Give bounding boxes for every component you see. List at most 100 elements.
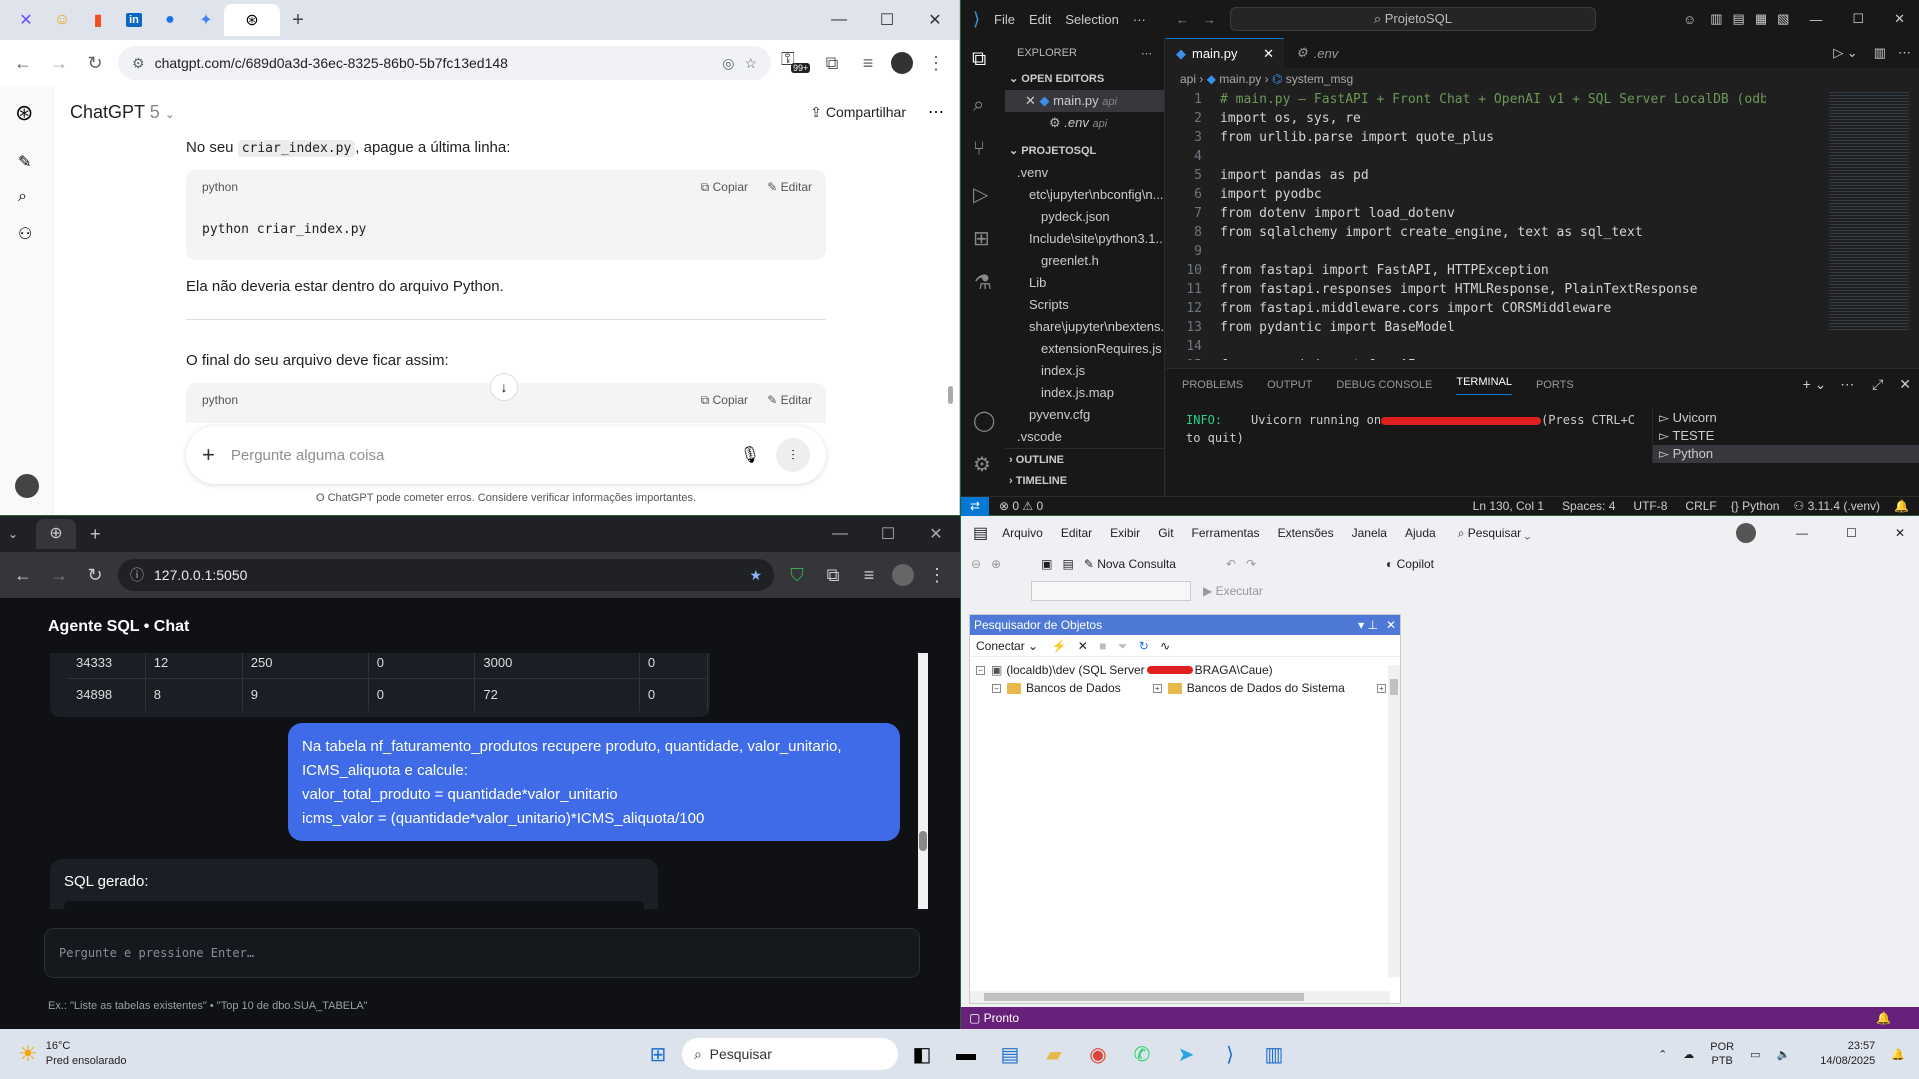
microphone-icon[interactable]: 🎙 <box>740 445 760 465</box>
voice-mode-icon[interactable]: ⫶ <box>776 438 810 472</box>
ssms-taskbar-icon[interactable]: ▥ <box>1254 1034 1294 1074</box>
taskbar-search[interactable]: ⌕ Pesquisar <box>682 1038 898 1070</box>
file-tree-item[interactable]: greenlet.h <box>1005 250 1164 272</box>
file-tree-item[interactable]: Scripts <box>1005 294 1164 316</box>
network-icon[interactable]: ▭ <box>1750 1048 1760 1061</box>
menu-kebab-icon[interactable]: ⋮ <box>924 565 950 586</box>
tab-list-icon[interactable]: ⌄ <box>8 527 36 541</box>
undo-icon[interactable]: ↶ <box>1226 557 1236 571</box>
reload-icon[interactable]: ↻ <box>82 565 108 586</box>
interpreter[interactable]: ⚇ 3.11.4 (.venv) <box>1793 499 1880 513</box>
explorer-more-icon[interactable]: ⋯ <box>1141 47 1152 60</box>
new-file-icon[interactable]: ▣ <box>1041 557 1052 571</box>
close-panel-icon[interactable]: ✕ <box>1899 376 1911 392</box>
remote-icon[interactable]: ⇄ <box>961 496 989 516</box>
account-avatar[interactable] <box>1736 523 1757 543</box>
ssms-menu-item[interactable]: Arquivo <box>1002 526 1043 540</box>
ssms-menu-item[interactable]: Ferramentas <box>1192 526 1260 540</box>
indentation[interactable]: Spaces: 4 <box>1562 499 1615 513</box>
open-editor-item[interactable]: ✕ ◆ main.py api <box>1005 90 1164 112</box>
editor-more-icon[interactable]: ⋯ <box>1898 38 1911 68</box>
chat-scroll-area[interactable]: 34333 12 250 0 3000 0 34898 8 9 0 72 0 Na tabela n… <box>20 653 932 909</box>
collapse-icon[interactable]: − <box>992 683 1001 693</box>
file-tree-item[interactable]: etc\jupyter\nbconfig\n... <box>1005 184 1164 206</box>
ssms-menu-item[interactable]: Editar <box>1061 526 1092 540</box>
notification-center-icon[interactable]: 🔔 <box>1891 1048 1905 1061</box>
share-button[interactable]: ⇪ Compartilhar <box>810 104 906 121</box>
tab-chatgpt-icon[interactable]: ⊛ <box>224 4 280 36</box>
eye-off-icon[interactable]: ◎ <box>722 55 734 72</box>
language-mode[interactable]: {} Python <box>1731 499 1780 513</box>
ssms-maximize-icon[interactable]: ☐ <box>1846 526 1857 540</box>
server-node[interactable]: − ▣ (localdb)\dev (SQL Server BRAGA\Caue) <box>976 661 1400 679</box>
vs-close-icon[interactable]: ✕ <box>1894 11 1905 27</box>
task-view-icon[interactable]: ◧ <box>902 1034 942 1074</box>
volume-icon[interactable]: 🔈 <box>1777 1048 1791 1061</box>
accounts-icon[interactable]: ◯ <box>973 408 995 433</box>
tab-linkedin-icon[interactable]: in <box>116 4 152 36</box>
manage-gear-icon[interactable]: ⚙ <box>973 452 991 477</box>
tree-hscroll[interactable] <box>970 991 1390 1003</box>
problems-count[interactable]: ⊗ 0 ⚠ 0 <box>999 499 1043 513</box>
filter-icon[interactable]: ⏷ <box>1118 639 1128 653</box>
search-icon[interactable]: ⌕ <box>18 188 27 206</box>
media-icon[interactable]: ≡ <box>855 53 881 74</box>
extensions-icon[interactable]: ⊞ <box>973 226 990 251</box>
extension-icon[interactable]: ⚿ 99+ <box>781 49 811 77</box>
stop-icon[interactable]: ■ <box>1099 639 1106 653</box>
language-indicator[interactable]: POR PTB <box>1710 1040 1734 1068</box>
panel-tab[interactable]: DEBUG CONSOLE <box>1336 379 1432 391</box>
more-options-icon[interactable]: ⋯ <box>928 102 944 122</box>
media-icon[interactable]: ≡ <box>856 565 882 586</box>
file-tree-item[interactable]: Include\site\python3.1... <box>1005 228 1164 250</box>
page-scrollbar[interactable] <box>948 386 953 404</box>
openai-logo-icon[interactable]: ⊛ <box>15 100 33 126</box>
file-tree-item[interactable]: share\jupyter\nbextens... <box>1005 316 1164 338</box>
file-tree-item[interactable]: index.js <box>1005 360 1164 382</box>
breadcrumb-item[interactable]: main.py <box>1219 72 1261 86</box>
redo-icon[interactable]: ↷ <box>1246 557 1256 571</box>
nav-back-icon[interactable]: ⊖ <box>971 557 981 571</box>
run-debug-icon[interactable]: ▷ <box>973 182 988 207</box>
terminal-output[interactable]: INFO: Uvicorn running on (Press CTRL+C to… <box>1186 411 1646 447</box>
cursor-position[interactable]: Ln 130, Col 1 <box>1473 499 1544 513</box>
object-tree-node[interactable]: + Bancos de Dados do Sistema <box>1121 679 1345 697</box>
expand-icon[interactable]: + <box>1376 683 1386 693</box>
tab-app-icon[interactable]: ● <box>152 4 188 36</box>
connect-button[interactable]: Conectar ⌄ <box>976 639 1038 653</box>
save-icon[interactable]: ▤ <box>1062 557 1073 571</box>
new-tab-button[interactable]: + <box>280 4 316 36</box>
user-avatar[interactable] <box>15 474 39 498</box>
encoding[interactable]: UTF-8 <box>1633 499 1667 513</box>
ssms-menu-item[interactable]: Git <box>1158 526 1173 540</box>
chrome-icon[interactable]: ◉ <box>1078 1034 1118 1074</box>
maximize-icon[interactable]: ☐ <box>863 10 911 30</box>
tab-close-icon[interactable]: ✕ <box>1263 46 1274 62</box>
source-control-icon[interactable]: ⑂ <box>973 138 985 161</box>
telegram-icon[interactable]: ➤ <box>1166 1034 1206 1074</box>
onedrive-icon[interactable]: ☁ <box>1683 1048 1694 1061</box>
copy-button[interactable]: ⧉ Copiar <box>701 180 748 195</box>
explorer-icon[interactable]: ⧉ <box>972 48 986 71</box>
notifications-icon[interactable]: 🔔 <box>1894 499 1909 513</box>
panel-tab[interactable]: PROBLEMS <box>1182 379 1243 391</box>
minimize-icon[interactable]: — <box>815 11 863 29</box>
ssms-minimize-icon[interactable]: — <box>1796 526 1808 540</box>
maximize-panel-icon[interactable]: ⤢ <box>1872 376 1883 392</box>
clock[interactable]: 23:57 14/08/2025 <box>1820 1039 1875 1069</box>
timeline-section[interactable]: › TIMELINE <box>1005 470 1164 492</box>
tab-env[interactable]: ⚙ .env <box>1284 38 1384 68</box>
breadcrumb-item[interactable]: api <box>1180 72 1196 86</box>
vs-minimize-icon[interactable]: — <box>1809 12 1822 27</box>
terminal-entry[interactable]: ▻ Python <box>1653 445 1919 463</box>
agent-tab[interactable]: ⊕ <box>36 519 76 549</box>
new-tab-button[interactable]: + <box>90 524 101 545</box>
library-icon[interactable]: ⚇ <box>18 224 32 244</box>
puzzle-icon[interactable]: ⧉ <box>819 53 845 74</box>
hscroll-thumb[interactable] <box>984 993 1304 1001</box>
activity-icon[interactable]: ∿ <box>1160 639 1170 653</box>
nav-forward-icon[interactable]: → <box>1203 12 1216 27</box>
whatsapp-icon[interactable]: ✆ <box>1122 1034 1162 1074</box>
tab-main-py[interactable]: ◆ main.py ✕ <box>1166 38 1284 68</box>
file-tree-item[interactable]: pyvenv.cfg <box>1005 404 1164 426</box>
